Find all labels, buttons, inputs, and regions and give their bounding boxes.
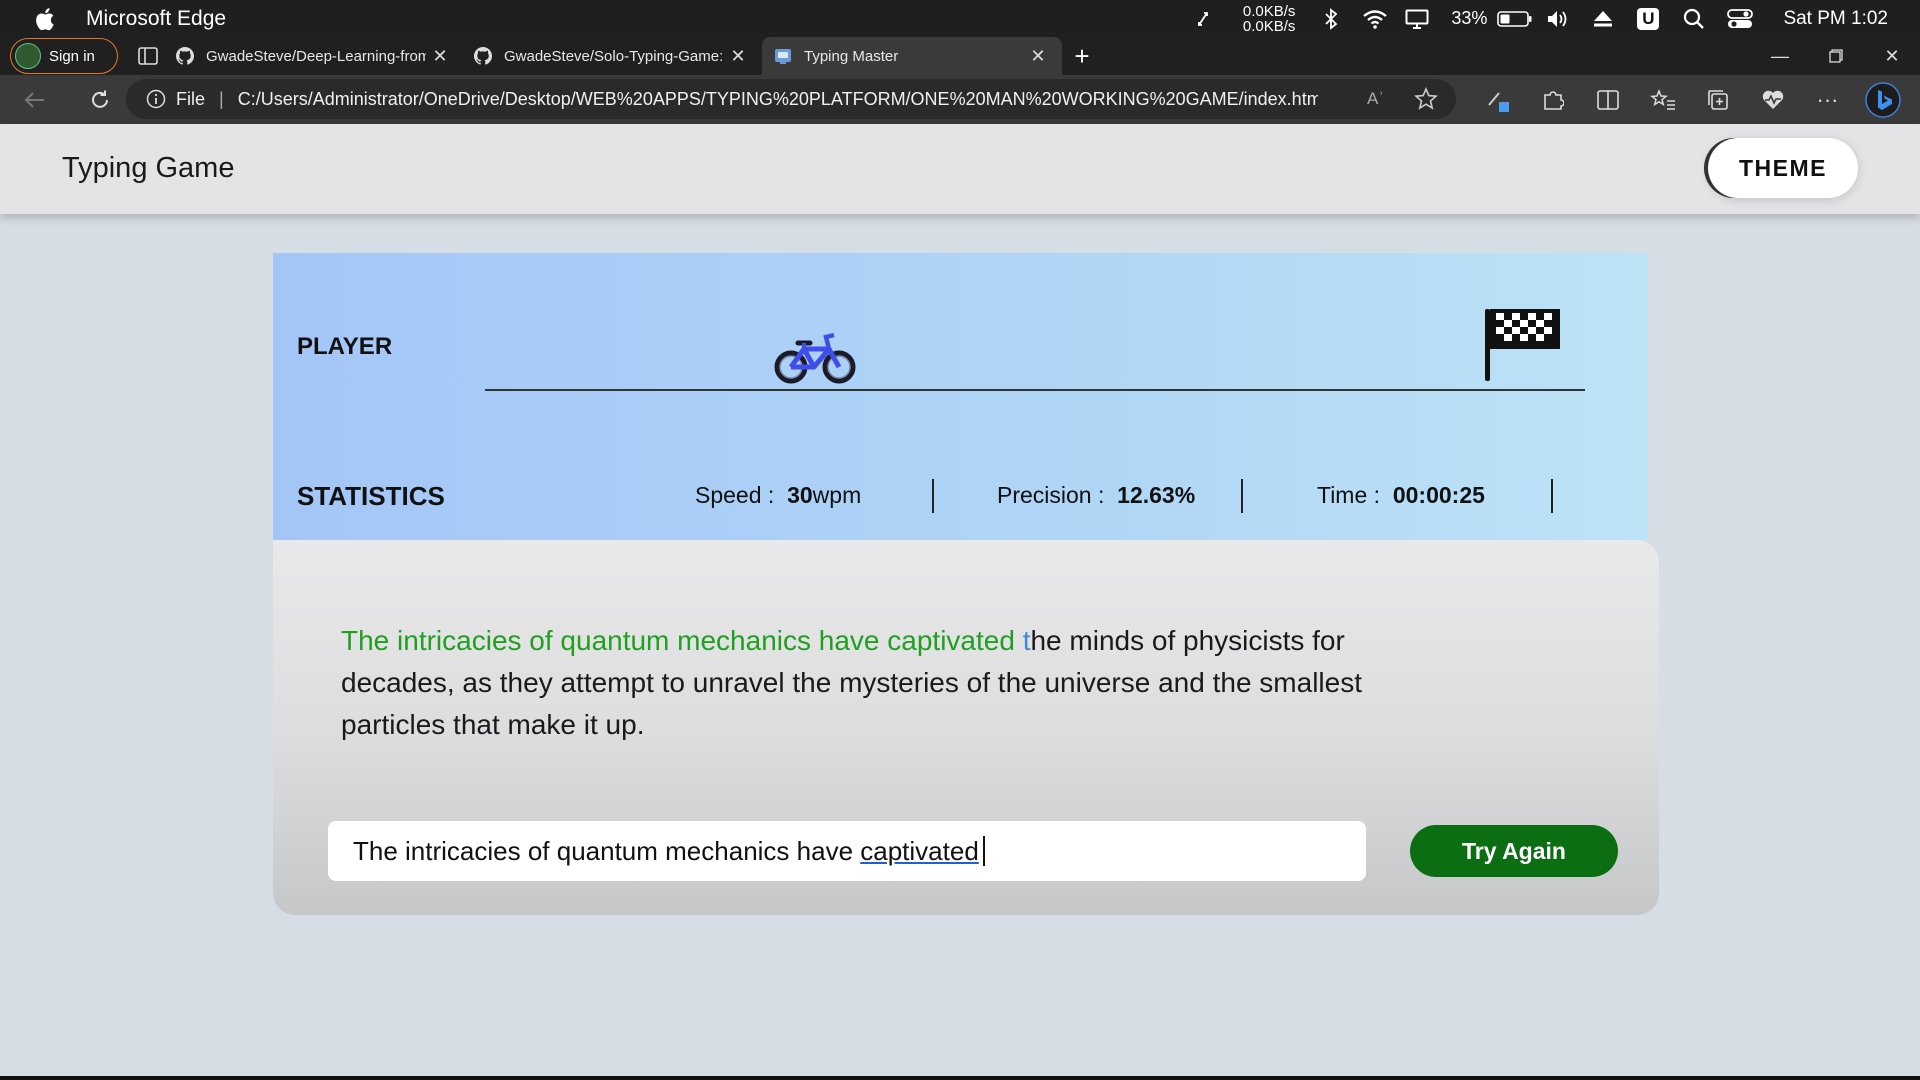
battery-icon[interactable] bbox=[1493, 0, 1537, 37]
network-download-speed: 0.0KB/s bbox=[1242, 17, 1296, 35]
copilot-bing-icon[interactable] bbox=[1855, 75, 1910, 124]
split-screen-icon[interactable] bbox=[1580, 75, 1635, 124]
text-caret bbox=[982, 836, 985, 866]
speed-label: Speed : bbox=[695, 482, 775, 508]
tab-close-icon[interactable]: ✕ bbox=[728, 46, 748, 66]
collections-icon[interactable] bbox=[1690, 75, 1745, 124]
extensions-puzzle-icon[interactable] bbox=[1525, 75, 1580, 124]
github-icon bbox=[474, 47, 492, 65]
time-label: Time : bbox=[1317, 482, 1381, 508]
wifi-icon[interactable] bbox=[1353, 0, 1397, 37]
page-icon bbox=[775, 49, 791, 64]
browser-tab[interactable]: GwadeSteve/Deep-Learning-from ✕ bbox=[168, 37, 464, 75]
stat-divider bbox=[1551, 479, 1553, 513]
tab-title: GwadeSteve/Deep-Learning-from bbox=[206, 47, 426, 65]
minimize-window-icon[interactable]: — bbox=[1752, 37, 1808, 75]
tab-title: GwadeSteve/Solo-Typing-Game: bbox=[504, 47, 724, 65]
page-title: Typing Game bbox=[62, 152, 235, 184]
race-track-line bbox=[485, 389, 1585, 391]
active-app-name[interactable]: Microsoft Edge bbox=[86, 7, 226, 31]
tab-close-icon[interactable]: ✕ bbox=[1028, 46, 1048, 66]
more-options-icon[interactable]: ··· bbox=[1800, 75, 1855, 124]
reload-icon[interactable] bbox=[78, 78, 122, 122]
stat-divider bbox=[932, 479, 934, 513]
precision-value: 12.63% bbox=[1117, 482, 1196, 508]
network-speed: 0.0KB/s 0.0KB/s bbox=[1243, 4, 1296, 34]
typing-panel: The intricacies of quantum mechanics hav… bbox=[273, 540, 1659, 915]
checkered-finish-flag-icon bbox=[1485, 309, 1560, 381]
profile-sign-in-button[interactable]: Sign in bbox=[10, 38, 118, 74]
eject-icon[interactable] bbox=[1581, 0, 1625, 37]
typing-input[interactable]: The intricacies of quantum mechanics hav… bbox=[328, 821, 1366, 881]
display-icon[interactable] bbox=[1397, 0, 1437, 37]
github-icon bbox=[176, 47, 194, 65]
battery-percentage: 33% bbox=[1451, 8, 1488, 28]
race-panel: PLAYER STATISTICS Speed : 30wpm Precisio… bbox=[273, 253, 1648, 540]
player-label: PLAYER bbox=[297, 333, 393, 360]
time-value: 00:00:25 bbox=[1392, 482, 1485, 508]
control-center-icon[interactable] bbox=[1717, 0, 1763, 37]
bottom-edge bbox=[0, 1076, 1920, 1080]
read-aloud-icon[interactable]: Aʾ bbox=[1367, 89, 1384, 109]
restore-window-icon[interactable] bbox=[1808, 37, 1864, 75]
precision-label: Precision : bbox=[997, 482, 1105, 508]
browser-tab[interactable]: GwadeSteve/Solo-Typing-Game: ✕ bbox=[464, 37, 762, 75]
passage-text: The intricacies of quantum mechanics hav… bbox=[341, 620, 1461, 746]
page-header: Typing Game THEME bbox=[0, 124, 1920, 214]
browser-toolbar: File | C:/Users/Administrator/OneDrive/D… bbox=[0, 75, 1920, 124]
window-controls: — ✕ bbox=[1752, 37, 1920, 75]
favorites-list-icon[interactable] bbox=[1635, 75, 1690, 124]
u-app-icon[interactable]: U bbox=[1625, 0, 1671, 37]
time-stat: Time : 00:00:25 bbox=[1317, 482, 1485, 509]
extension-pen-icon[interactable] bbox=[1470, 75, 1525, 124]
speed-stat: Speed : 30wpm bbox=[695, 482, 861, 509]
new-tab-button[interactable]: + bbox=[1062, 37, 1102, 75]
try-again-button[interactable]: Try Again bbox=[1410, 825, 1618, 877]
profile-avatar bbox=[15, 43, 41, 69]
url-text[interactable]: C:/Users/Administrator/OneDrive/Desktop/… bbox=[238, 89, 1318, 110]
site-info-icon[interactable] bbox=[146, 89, 166, 109]
browser-tab-active[interactable]: Typing Master ✕ bbox=[762, 37, 1062, 75]
sync-arrows-icon[interactable] bbox=[1183, 0, 1223, 37]
spotlight-search-icon[interactable] bbox=[1671, 0, 1717, 37]
toolbar-icons: ··· bbox=[1470, 75, 1910, 124]
speed-value: 30 bbox=[787, 482, 813, 508]
favorite-star-icon[interactable] bbox=[1414, 87, 1438, 111]
back-arrow-icon[interactable] bbox=[12, 78, 56, 122]
menubar-clock[interactable]: Sat PM 1:02 bbox=[1783, 8, 1888, 30]
sign-in-label: Sign in bbox=[49, 47, 95, 65]
browser-essentials-heart-icon[interactable] bbox=[1745, 75, 1800, 124]
precision-stat: Precision : 12.63% bbox=[997, 482, 1195, 509]
scheme-label: File bbox=[176, 88, 206, 109]
apple-logo-icon[interactable] bbox=[34, 7, 56, 31]
close-window-icon[interactable]: ✕ bbox=[1864, 37, 1920, 75]
browser-tab-strip: Sign in GwadeSteve/Deep-Learning-from ✕ … bbox=[0, 37, 1920, 75]
network-upload-speed: 0.0KB/s bbox=[1242, 2, 1296, 20]
bluetooth-icon[interactable] bbox=[1309, 0, 1353, 37]
typing-input-text: The intricacies of quantum mechanics hav… bbox=[353, 835, 861, 866]
stat-divider bbox=[1241, 479, 1243, 513]
typing-input-current-word: captivated bbox=[860, 835, 979, 866]
volume-icon[interactable] bbox=[1537, 0, 1581, 37]
speed-unit: wpm bbox=[812, 482, 862, 508]
tab-close-icon[interactable]: ✕ bbox=[430, 46, 450, 66]
passage-typed-text: The intricacies of quantum mechanics hav… bbox=[341, 625, 1023, 656]
tab-title: Typing Master bbox=[804, 47, 899, 65]
tab-actions-icon[interactable] bbox=[128, 37, 168, 75]
address-separator: | bbox=[219, 88, 224, 109]
theme-toggle-button[interactable]: THEME bbox=[1708, 138, 1858, 198]
address-bar[interactable]: File | C:/Users/Administrator/OneDrive/D… bbox=[126, 79, 1456, 119]
bicycle-icon bbox=[774, 332, 856, 384]
statistics-label: STATISTICS bbox=[297, 481, 445, 511]
os-menu-bar: Microsoft Edge 0.0KB/s 0.0KB/s 33% U Sat… bbox=[0, 0, 1920, 37]
